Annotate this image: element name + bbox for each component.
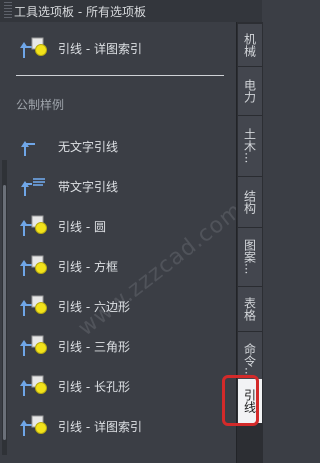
tool-item-label: 引线 - 详图索引 — [58, 420, 142, 434]
divider — [16, 75, 224, 76]
leader-with-text-icon — [21, 178, 45, 196]
section-title: 公制样例 — [16, 98, 65, 112]
leader-triangle-icon — [20, 335, 47, 356]
tab-label: 结构 — [242, 190, 257, 214]
tab-label: 机械 — [242, 33, 257, 57]
palette-title-bar[interactable]: 工具选项板 - 所有选项板 — [0, 0, 262, 22]
tool-item-label: 带文字引线 — [58, 180, 119, 194]
tab-label: 土木... — [242, 128, 257, 164]
tab-label: 表格 — [242, 297, 257, 321]
tool-item-leader-callout-top[interactable]: 引线 - 详图索引 — [16, 34, 226, 62]
drag-grip-icon[interactable] — [4, 2, 12, 20]
tab-mechanical[interactable]: 机械 — [238, 24, 262, 67]
tab-tables[interactable]: 表格 — [238, 287, 262, 332]
leader-callout-icon — [20, 415, 47, 436]
leader-slot-icon — [20, 375, 47, 396]
tab-label: 命令... — [242, 343, 257, 379]
leader-callout-icon — [20, 37, 47, 58]
leader-no-text-icon — [21, 141, 35, 156]
tab-hatch[interactable]: 图案... — [238, 228, 262, 287]
tool-item-leader-no-text[interactable]: 无文字引线 — [16, 132, 226, 160]
tool-item-leader-with-text[interactable]: 带文字引线 — [16, 172, 226, 200]
tool-item-label: 引线 - 详图索引 — [58, 42, 142, 56]
tool-item-label: 引线 - 长孔形 — [58, 380, 130, 394]
palette-title: 工具选项板 - 所有选项板 — [14, 5, 146, 19]
leader-circle-icon — [20, 215, 47, 236]
tool-item-label: 无文字引线 — [58, 140, 119, 154]
tool-item-leader-callout[interactable]: 引线 - 详图索引 — [16, 412, 226, 440]
tool-item-leader-triangle[interactable]: 引线 - 三角形 — [16, 332, 226, 360]
tab-label: 图案... — [242, 239, 257, 275]
annotation-highlight-box — [222, 375, 259, 426]
tool-item-label: 引线 - 方框 — [58, 260, 118, 274]
leader-box-icon — [20, 255, 47, 276]
tool-item-label: 引线 - 圆 — [58, 220, 106, 234]
tab-structural[interactable]: 结构 — [238, 177, 262, 228]
leader-hexagon-icon — [20, 295, 47, 316]
tab-civil[interactable]: 土木... — [238, 116, 262, 177]
tab-electrical[interactable]: 电力 — [238, 67, 262, 116]
tool-item-label: 引线 - 三角形 — [58, 340, 130, 354]
palette-content: 引线 - 详图索引 公制样例 无文字引线 带文字引线 引线 - 圆 引线 - 方… — [0, 22, 248, 463]
scrollbar-thumb[interactable] — [3, 185, 6, 440]
tab-label: 电力 — [242, 79, 257, 103]
tool-item-leader-slot[interactable]: 引线 - 长孔形 — [16, 372, 226, 400]
